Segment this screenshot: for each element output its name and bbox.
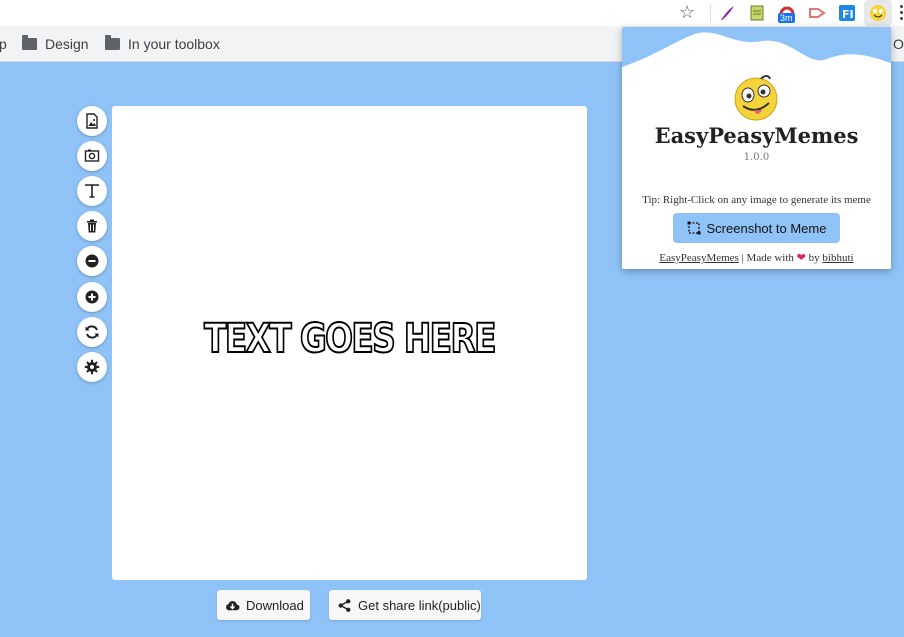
plus-circle-icon <box>85 290 99 304</box>
screenshot-button[interactable] <box>77 141 107 171</box>
browser-toolbar: ☆ 3m FI <box>0 0 904 26</box>
add-text-button[interactable] <box>77 176 107 206</box>
delete-button[interactable] <box>77 211 107 241</box>
folder-icon <box>105 35 120 50</box>
settings-button[interactable] <box>77 352 107 382</box>
bookmark-label: p <box>0 36 7 52</box>
fi-extension-icon[interactable]: FI <box>838 4 856 22</box>
zoom-out-button[interactable] <box>77 246 107 276</box>
popup-title: EasyPeasyMemes <box>654 123 859 148</box>
gear-icon <box>84 359 100 375</box>
timer-extension-icon[interactable]: 3m <box>778 4 796 23</box>
meme-canvas[interactable]: TEXT GOES HERE <box>112 106 587 580</box>
easypeasymemes-logo-icon <box>734 75 778 121</box>
bookmark-label: In your toolbox <box>128 36 220 52</box>
popup-footer: EasyPeasyMemes | Made with ❤ by bibhuti <box>622 251 891 264</box>
footer-by: by <box>805 252 823 264</box>
heart-icon: ❤ <box>796 252 806 264</box>
author-link[interactable]: bibhuti <box>822 252 853 264</box>
bookmark-partial[interactable]: p <box>0 34 7 54</box>
meme-text[interactable]: TEXT GOES HERE <box>155 315 545 363</box>
cast-extension-icon[interactable] <box>808 4 826 22</box>
bookmark-partial-right[interactable]: O <box>893 34 904 54</box>
minus-circle-icon <box>85 254 99 268</box>
add-image-button[interactable] <box>77 106 107 136</box>
screenshot-to-meme-button[interactable]: Screenshot to Meme <box>673 213 840 243</box>
download-label: Download <box>246 597 304 613</box>
cta-label: Screenshot to Meme <box>706 220 827 236</box>
share-label: Get share link(public) <box>358 597 481 613</box>
refresh-icon <box>85 325 99 339</box>
timer-extension-badge: 3m <box>778 13 795 23</box>
more-vert-icon[interactable] <box>899 5 904 21</box>
bookmark-folder-toolbox[interactable]: In your toolbox <box>105 34 220 54</box>
popup-tip: Tip: Right-Click on any image to generat… <box>642 194 871 206</box>
svg-text:FI: FI <box>842 8 854 21</box>
footer-made-with: | Made with <box>738 252 797 264</box>
trash-icon <box>87 219 97 233</box>
extensions-divider <box>710 4 711 22</box>
camera-icon <box>84 149 100 162</box>
extension-popup: EasyPeasyMemes 1.0.0 Tip: Right-Click on… <box>622 27 891 269</box>
folder-icon <box>22 35 37 50</box>
easypeasymemes-link[interactable]: EasyPeasyMemes <box>659 252 738 264</box>
bookmark-star-icon[interactable]: ☆ <box>679 3 695 23</box>
sheet-extension-icon[interactable] <box>748 4 766 22</box>
crop-select-icon <box>687 221 701 235</box>
download-button[interactable]: Download <box>217 590 310 620</box>
image-icon <box>86 113 98 129</box>
quill-extension-icon[interactable] <box>718 4 736 22</box>
text-icon <box>85 184 99 198</box>
share-link-button[interactable]: Get share link(public) <box>329 590 481 620</box>
share-icon <box>338 598 351 612</box>
easypeasymemes-extension-icon[interactable] <box>864 0 892 26</box>
cloud-download-icon <box>226 600 240 610</box>
zoom-in-button[interactable] <box>77 282 107 312</box>
bookmark-label: O <box>893 36 904 52</box>
bookmark-folder-design[interactable]: Design <box>22 34 89 54</box>
reset-button[interactable] <box>77 317 107 347</box>
popup-version: 1.0.0 <box>743 152 770 163</box>
bookmark-label: Design <box>45 36 89 52</box>
